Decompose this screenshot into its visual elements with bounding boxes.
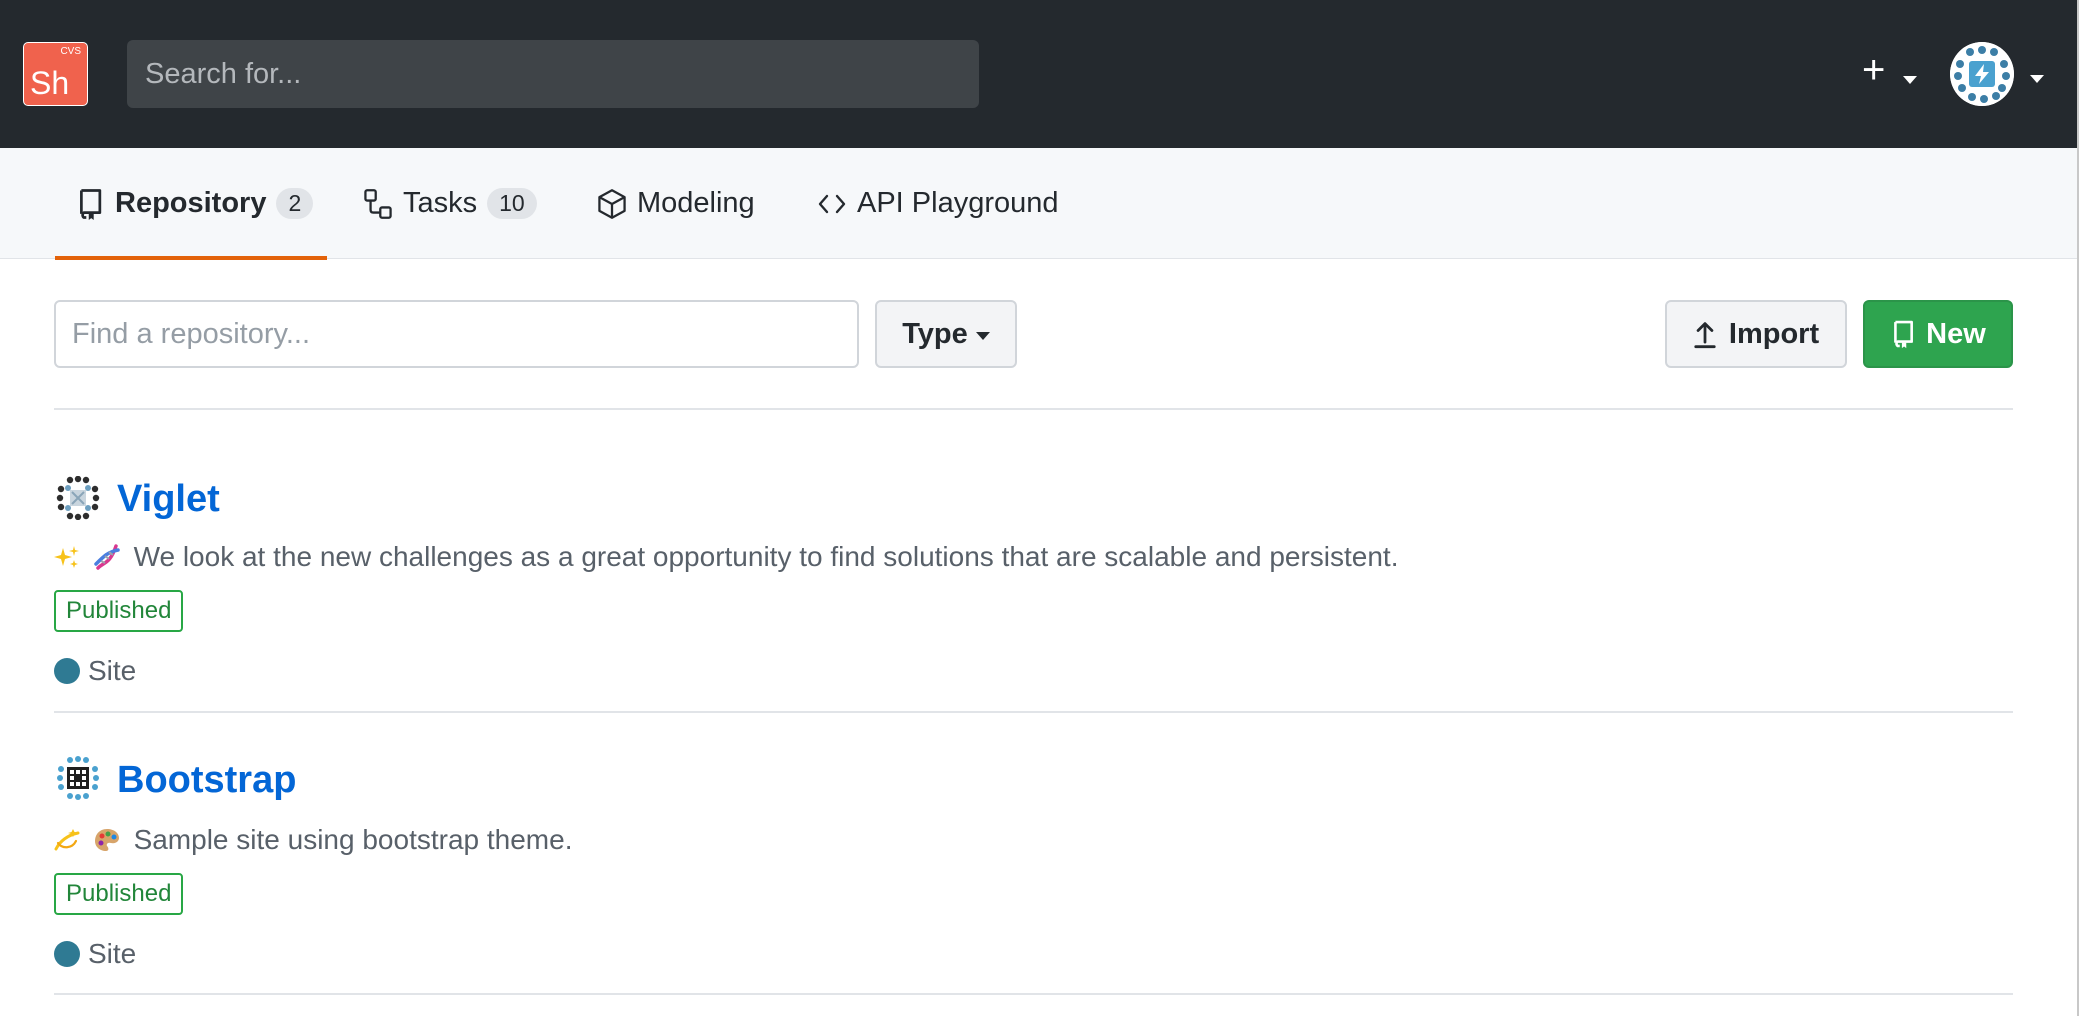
repository-type-label: Site — [88, 655, 137, 686]
repository-description-text: We look at the new challenges as a great… — [133, 541, 1399, 572]
artist-palette-icon — [94, 829, 119, 851]
avatar-icon — [1950, 42, 2014, 106]
find-repository-input[interactable] — [54, 300, 859, 368]
create-menu-button[interactable]: + — [1862, 44, 1924, 104]
repository-type: Site — [54, 654, 136, 688]
status-badge: Published — [54, 873, 184, 915]
tasks-count-badge: 10 — [487, 188, 537, 219]
dizzy-icon — [54, 829, 80, 851]
divider — [54, 993, 2013, 995]
user-menu-button[interactable] — [1950, 42, 2050, 106]
bootstrap-logo-icon — [57, 756, 99, 800]
viglet-logo-icon — [56, 476, 100, 520]
tab-repository-label: Repository — [115, 187, 267, 219]
cube-icon — [598, 188, 626, 219]
avatar — [1950, 42, 2014, 106]
chevron-down-icon — [975, 332, 990, 340]
repository-tabs: Repository 2 Tasks 10 Modeling API Playg… — [0, 148, 2079, 260]
repository-name-link[interactable]: Viglet — [117, 477, 220, 521]
top-header: CVS Sh + — [0, 0, 2079, 148]
divider — [54, 711, 2013, 713]
repo-icon — [80, 188, 102, 220]
repository-name-link[interactable]: Bootstrap — [117, 758, 296, 802]
import-button-label: Import — [1728, 317, 1820, 350]
repository-type: Site — [54, 937, 136, 971]
repository-count-badge: 2 — [276, 188, 314, 219]
type-color-dot — [54, 658, 80, 684]
sparkles-icon — [54, 546, 79, 568]
type-color-dot — [54, 941, 80, 967]
repo-icon — [1894, 320, 1914, 349]
dna-icon — [94, 544, 120, 570]
tab-modeling[interactable]: Modeling — [597, 148, 755, 259]
new-button-label: New — [1926, 317, 1986, 350]
logo-text: Sh — [30, 65, 70, 101]
tab-modeling-label: Modeling — [637, 187, 755, 219]
code-icon — [818, 194, 846, 213]
divider — [54, 408, 2013, 410]
type-filter-label: Type — [902, 317, 968, 350]
tab-api-playground[interactable]: API Playground — [817, 148, 1059, 259]
workflow-icon — [364, 188, 392, 219]
type-filter-dropdown[interactable]: Type — [875, 300, 1017, 368]
tab-tasks[interactable]: Tasks 10 — [363, 148, 537, 259]
upload-icon — [1694, 322, 1716, 349]
repository-description-text: Sample site using bootstrap theme. — [133, 824, 573, 855]
tab-tasks-label: Tasks — [403, 187, 478, 219]
global-search-input[interactable] — [127, 40, 979, 108]
repository-description: Sample site using bootstrap theme. — [54, 823, 572, 857]
new-repository-button[interactable]: New — [1863, 300, 2013, 368]
app-logo[interactable]: CVS Sh — [23, 42, 88, 106]
tab-api-playground-label: API Playground — [857, 187, 1059, 219]
import-button[interactable]: Import — [1665, 300, 1847, 368]
logo-superscript: CVS — [60, 46, 81, 57]
status-badge: Published — [54, 590, 184, 632]
repository-description: We look at the new challenges as a great… — [54, 540, 1398, 574]
chevron-down-icon — [1903, 76, 1917, 84]
tab-repository[interactable]: Repository 2 — [54, 148, 328, 260]
plus-icon: + — [1862, 48, 1886, 92]
chevron-down-icon — [2030, 75, 2044, 83]
repository-type-label: Site — [88, 938, 137, 969]
